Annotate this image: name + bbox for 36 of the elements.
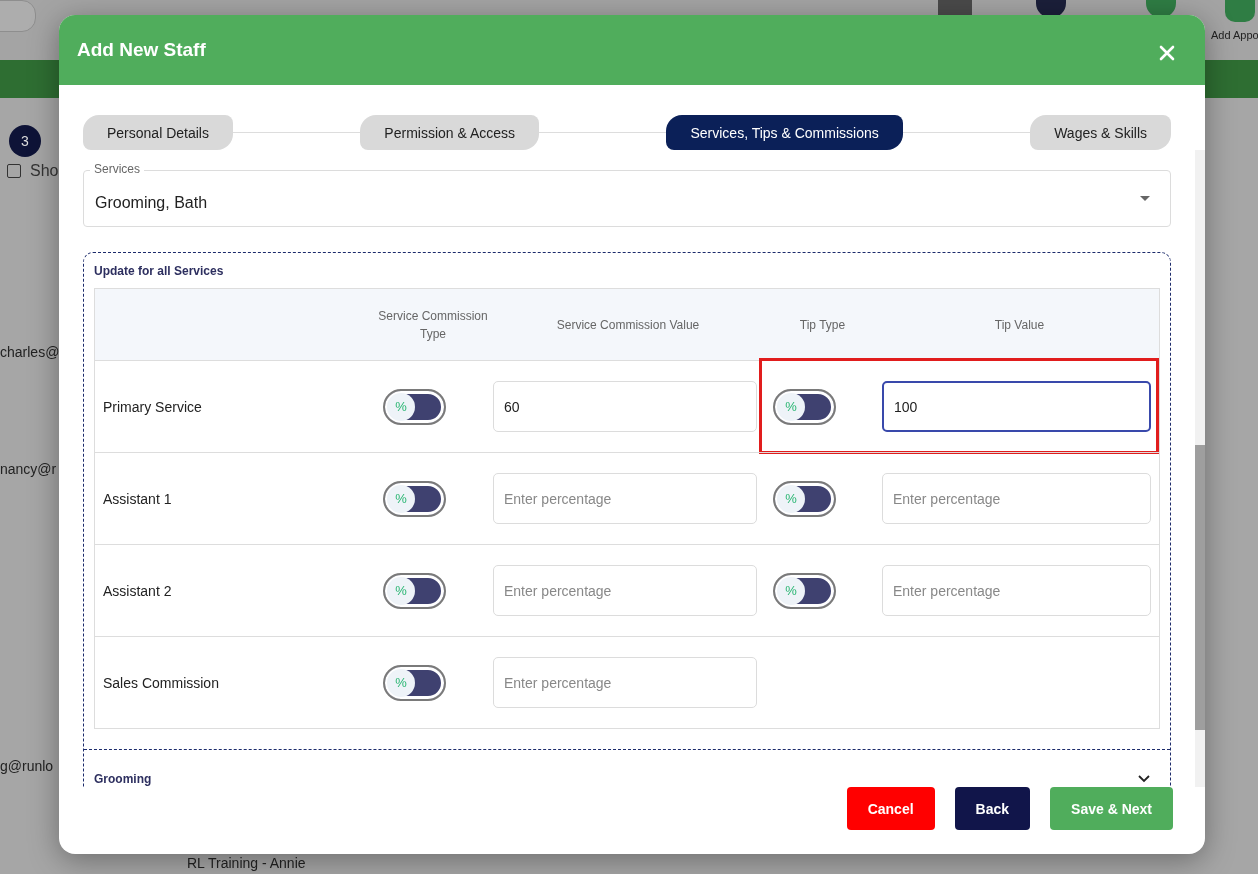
step-tab[interactable]: Wages & Skills (1030, 115, 1171, 150)
column-header: Tip Value (994, 316, 1045, 334)
value-input[interactable]: Enter percentage (493, 657, 757, 708)
value-input[interactable]: 100 (882, 381, 1151, 432)
back-button[interactable]: Back (954, 787, 1031, 830)
email-text: nancy@r (0, 461, 57, 477)
row-label: Sales Commission (103, 674, 219, 691)
step-tab[interactable]: Services, Tips & Commissions (666, 115, 903, 150)
email-text: g@runlo (0, 758, 54, 774)
list-text: RL Training - Annie (187, 855, 306, 872)
cancel-button[interactable]: Cancel (846, 787, 935, 830)
modal-title: Add New Staff (77, 39, 206, 61)
email-text: charles@ (0, 344, 60, 360)
value-input[interactable]: Enter percentage (493, 565, 757, 616)
close-icon[interactable] (1159, 45, 1175, 61)
value-input[interactable]: Enter percentage (493, 473, 757, 524)
toolbar-label[interactable]: Add Appo (1211, 29, 1258, 41)
value-input[interactable]: Enter percentage (882, 473, 1151, 524)
value-input[interactable]: 60 (493, 381, 757, 432)
caret-icon (1140, 196, 1150, 201)
chevron-icon (1138, 775, 1150, 783)
checkbox[interactable] (7, 164, 21, 178)
count-badge: 3 (9, 125, 41, 157)
step-tab[interactable]: Personal Details (83, 115, 233, 150)
column-header: Service Commission Value (556, 316, 700, 334)
accordion-header[interactable]: Grooming (84, 749, 1170, 786)
column-header: Tip Type (799, 316, 846, 334)
step-tab[interactable]: Permission & Access (360, 115, 540, 150)
column-header: Service Commission Type (377, 307, 489, 343)
value-input[interactable]: Enter percentage (882, 565, 1151, 616)
row-label: Primary Service (103, 398, 202, 415)
section-title: Update for all Services (94, 264, 225, 278)
row-label: Assistant 2 (103, 582, 172, 599)
row-label: Assistant 1 (103, 490, 172, 507)
checkbox-label: Sho (30, 162, 59, 180)
scrollbar[interactable] (1195, 150, 1205, 787)
